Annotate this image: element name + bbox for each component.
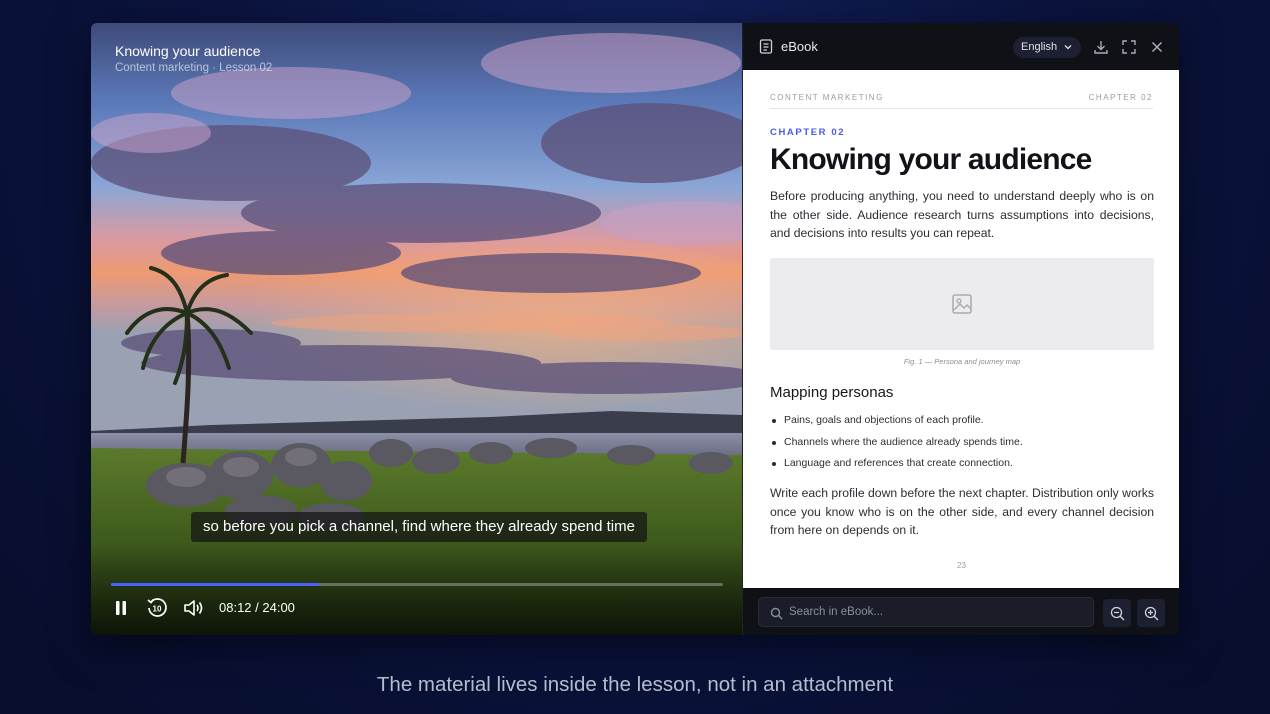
- volume-button[interactable]: [182, 597, 206, 619]
- lesson-title: Knowing your audience: [115, 43, 261, 59]
- time-display: 08:12 / 24:00: [219, 600, 295, 615]
- lesson-subtitle: Content marketing · Lesson 02: [115, 62, 273, 74]
- zoom-out-icon: [1110, 606, 1124, 620]
- pause-icon: [116, 601, 126, 615]
- ebook-footer: [743, 588, 1179, 635]
- list-item: Language and references that create conn…: [770, 453, 1154, 475]
- zoom-in-button[interactable]: [1137, 599, 1165, 627]
- fullscreen-icon[interactable]: [1121, 39, 1137, 55]
- language-label: English: [1021, 41, 1058, 53]
- subtitle-caption: so before you pick a channel, find where…: [191, 512, 647, 542]
- progress-fill: [111, 583, 320, 586]
- figure-placeholder: [770, 258, 1154, 350]
- header-divider: [770, 108, 1153, 109]
- rewind-10-icon: 10: [147, 598, 167, 617]
- rewind-label: 10: [153, 605, 162, 614]
- controls-backdrop: [91, 545, 742, 635]
- search-box[interactable]: [758, 597, 1094, 627]
- running-header-left: CONTENT MARKETING: [770, 93, 884, 102]
- figure-caption: Fig. 1 — Persona and journey map: [903, 357, 1021, 366]
- volume-icon: [184, 600, 203, 616]
- app-frame: Knowing your audience Content marketing …: [91, 23, 1179, 635]
- pause-button[interactable]: [111, 597, 131, 619]
- list-item: Pains, goals and objections of each prof…: [770, 410, 1154, 432]
- bullet-list: Pains, goals and objections of each prof…: [770, 410, 1154, 475]
- search-input[interactable]: [789, 598, 1085, 626]
- rewind-10-button[interactable]: 10: [145, 597, 169, 619]
- tagline: The material lives inside the lesson, no…: [376, 673, 894, 696]
- closing-paragraph: Write each profile down before the next …: [770, 486, 1154, 538]
- video-frame: [91, 23, 742, 635]
- search-icon: [770, 607, 783, 620]
- close-icon[interactable]: [1149, 39, 1165, 55]
- zoom-in-icon: [1144, 606, 1158, 620]
- download-icon[interactable]: [1093, 39, 1109, 55]
- page-number: 23: [957, 561, 966, 570]
- progress-bar[interactable]: [111, 583, 723, 586]
- language-select[interactable]: English: [1013, 37, 1082, 58]
- chevron-down-icon: [1064, 45, 1072, 50]
- chapter-title: Knowing your audience: [770, 143, 1092, 176]
- section-title: Mapping personas: [770, 384, 894, 401]
- ebook-page: CONTENT MARKETING CHAPTER 02 CHAPTER 02 …: [743, 70, 1179, 588]
- running-header-right: CHAPTER 02: [1088, 93, 1153, 102]
- book-icon: [759, 39, 773, 54]
- image-icon: [952, 294, 972, 314]
- ebook-panel: eBook English CONTENT MARKETING CHAPTER …: [742, 23, 1179, 635]
- video-player[interactable]: Knowing your audience Content marketing …: [91, 23, 742, 635]
- ebook-title: eBook: [781, 39, 818, 54]
- chapter-kicker: CHAPTER 02: [770, 127, 846, 138]
- intro-paragraph: Before producing anything, you need to u…: [770, 189, 1154, 241]
- list-item: Channels where the audience already spen…: [770, 432, 1154, 454]
- zoom-out-button[interactable]: [1103, 599, 1131, 627]
- ebook-header: eBook English: [743, 23, 1179, 70]
